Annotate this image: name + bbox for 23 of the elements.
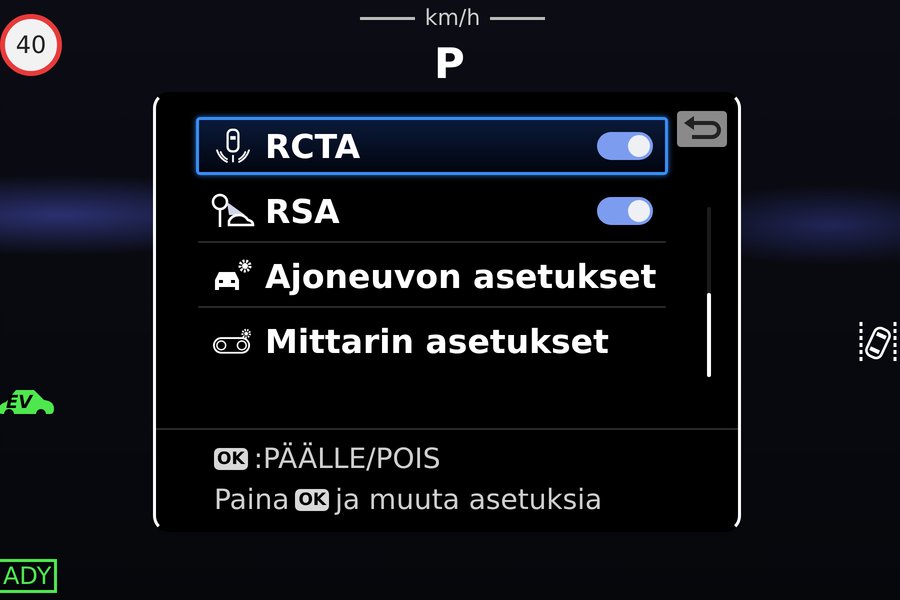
toggle-switch[interactable] — [597, 197, 653, 225]
ok-key-badge: OK — [214, 448, 248, 470]
menu-item-label: RSA — [265, 192, 341, 230]
ready-indicator: ADY — [0, 559, 58, 593]
menu-item-label: Mittarin asetukset — [265, 322, 610, 360]
scrollbar[interactable] — [707, 207, 711, 377]
menu-item[interactable]: Ajoneuvon asetukset — [196, 243, 668, 308]
gear-indicator: P — [434, 40, 465, 88]
speed-limit-sign: 40 — [0, 14, 62, 76]
ok-key-badge: OK — [295, 488, 330, 510]
toggle-switch[interactable] — [597, 132, 653, 160]
back-button[interactable] — [677, 111, 727, 147]
hint-text: Paina — [214, 483, 290, 516]
menu-item[interactable]: RCTA — [196, 117, 668, 175]
hint-text: :PÄÄLLE/POIS — [254, 442, 441, 475]
menu-item-label: RCTA — [265, 126, 362, 166]
speed-unit: km/h — [424, 6, 480, 31]
menu-item-label: Ajoneuvon asetukset — [265, 256, 656, 296]
ev-label: EV — [6, 393, 32, 413]
menu-item[interactable]: Mittarin asetukset — [196, 308, 668, 371]
menu-item[interactable]: RSA — [196, 181, 668, 243]
road-sign-icon — [211, 193, 255, 229]
hint-text: ja muuta asetuksia — [335, 483, 602, 516]
